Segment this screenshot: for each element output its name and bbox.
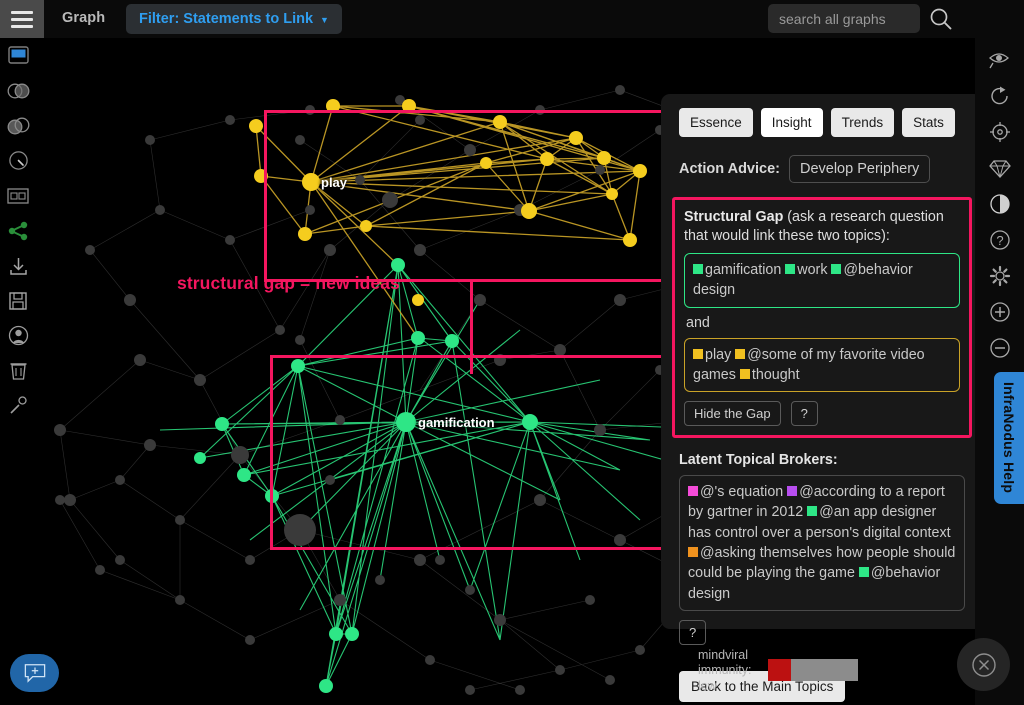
contrast-icon[interactable]: [975, 186, 1024, 222]
topic-color-swatch: [831, 264, 842, 274]
gap-help-button[interactable]: ?: [790, 401, 818, 427]
structural-gap-title-bold: Structural Gap: [684, 209, 784, 225]
tab-essence[interactable]: Essence: [679, 108, 753, 137]
top-bar: Graph Filter: Statements to Link ▼: [0, 0, 1024, 38]
hide-the-gap-button[interactable]: Hide the Gap: [684, 401, 781, 427]
action-advice-row: Action Advice: Develop Periphery: [679, 155, 965, 183]
close-circle-icon[interactable]: [957, 638, 1010, 691]
app-root: play gamification structural gap = new i…: [0, 0, 1024, 705]
mindviral-label-3: low: [698, 678, 717, 693]
broker-color-swatch: [688, 547, 698, 558]
download-icon[interactable]: [0, 248, 36, 283]
broker-color-swatch: [858, 567, 869, 578]
structural-gap-title: Structural Gap (ask a research question …: [684, 208, 960, 246]
microphone-icon[interactable]: [0, 388, 36, 423]
latent-brokers-section: Latent Topical Brokers: @'s equation @ac…: [679, 452, 965, 645]
topic-color-swatch: [735, 348, 746, 359]
clock-icon[interactable]: [0, 143, 36, 178]
chevron-down-icon: ▼: [320, 14, 329, 25]
add-note-button[interactable]: [10, 654, 59, 692]
brokers-button-row: ?: [679, 619, 965, 645]
action-advice-button[interactable]: Develop Periphery: [788, 155, 931, 183]
eye-search-icon[interactable]: [975, 42, 1024, 78]
topic-b-term-3: thought: [751, 366, 800, 383]
save-icon[interactable]: [0, 283, 36, 318]
gap-button-row: Hide the Gap ?: [684, 401, 960, 427]
mindviral-immunity: mindviral immunity: low: [698, 648, 858, 694]
structural-gap-topic-b[interactable]: play @some of my favorite video games th…: [684, 337, 960, 393]
structural-gap-topic-a[interactable]: gamification work @behavior design: [684, 253, 960, 308]
display-icon[interactable]: [0, 38, 36, 73]
green-cluster-nodes: [194, 258, 538, 693]
refresh-icon[interactable]: [975, 78, 1024, 114]
account-icon[interactable]: [0, 318, 36, 353]
filmstrip-icon[interactable]: [0, 178, 36, 213]
mindviral-label-1: mindviral: [698, 648, 749, 662]
action-advice-label: Action Advice:: [679, 161, 780, 177]
topic-color-swatch: [693, 348, 703, 359]
broker-color-swatch: [688, 486, 698, 497]
chat-plus-icon: [24, 664, 45, 683]
topic-color-swatch: [739, 368, 750, 379]
filter-label: Filter: Statements to Link: [139, 11, 314, 27]
tab-trends[interactable]: Trends: [830, 108, 895, 137]
structural-gap-section: Structural Gap (ask a research question …: [672, 197, 972, 439]
mindviral-bar: [768, 659, 858, 681]
graph-menu-label[interactable]: Graph: [62, 10, 105, 26]
tab-insight[interactable]: Insight: [760, 108, 823, 137]
mindviral-bar-fill: [768, 659, 791, 681]
broker-color-swatch: [787, 486, 798, 497]
infranodus-help-tab[interactable]: InfraNodus Help: [994, 372, 1024, 504]
zoom-out-icon[interactable]: [975, 330, 1024, 366]
topic-color-swatch: [693, 264, 703, 274]
tab-stats[interactable]: Stats: [902, 108, 955, 137]
help-tab-label: InfraNodus Help: [1001, 382, 1017, 494]
latent-brokers-title: Latent Topical Brokers:: [679, 452, 838, 469]
insight-panel: Essence Insight Trends Stats Action Advi…: [661, 94, 983, 702]
left-toolbar: [0, 38, 36, 705]
topic-a-term-2: work: [797, 262, 828, 278]
mindviral-label-2: immunity:: [698, 663, 752, 678]
latent-brokers-box[interactable]: @'s equation @according to a report by g…: [679, 475, 965, 611]
zoom-in-icon[interactable]: [975, 294, 1024, 330]
trash-icon[interactable]: [0, 353, 36, 388]
target-icon[interactable]: [975, 114, 1024, 150]
broker-color-swatch: [807, 506, 818, 517]
share-icon[interactable]: [0, 213, 36, 248]
brokers-help-button[interactable]: ?: [679, 619, 707, 645]
hamburger-icon[interactable]: [0, 0, 44, 38]
broker-term-1: @'s equation: [700, 484, 784, 501]
overlap-circles-filled-icon[interactable]: [0, 108, 36, 143]
search-input[interactable]: [768, 4, 920, 33]
filter-dropdown[interactable]: Filter: Statements to Link ▼: [126, 4, 342, 34]
svg-text:?: ?: [996, 233, 1003, 248]
overlap-circles-icon[interactable]: [0, 73, 36, 108]
topic-a-term-1: gamification: [705, 262, 782, 278]
topic-b-term-1: play: [705, 346, 732, 363]
right-toolbar: ? InfraNodus Help: [975, 0, 1024, 705]
gap-conjunction: and: [686, 314, 710, 331]
topic-color-swatch: [785, 264, 796, 274]
question-icon[interactable]: ?: [975, 222, 1024, 258]
gear-icon[interactable]: [975, 258, 1024, 294]
diamond-icon[interactable]: [975, 150, 1024, 186]
panel-tabs: Essence Insight Trends Stats: [679, 108, 965, 137]
search-icon[interactable]: [928, 6, 954, 32]
